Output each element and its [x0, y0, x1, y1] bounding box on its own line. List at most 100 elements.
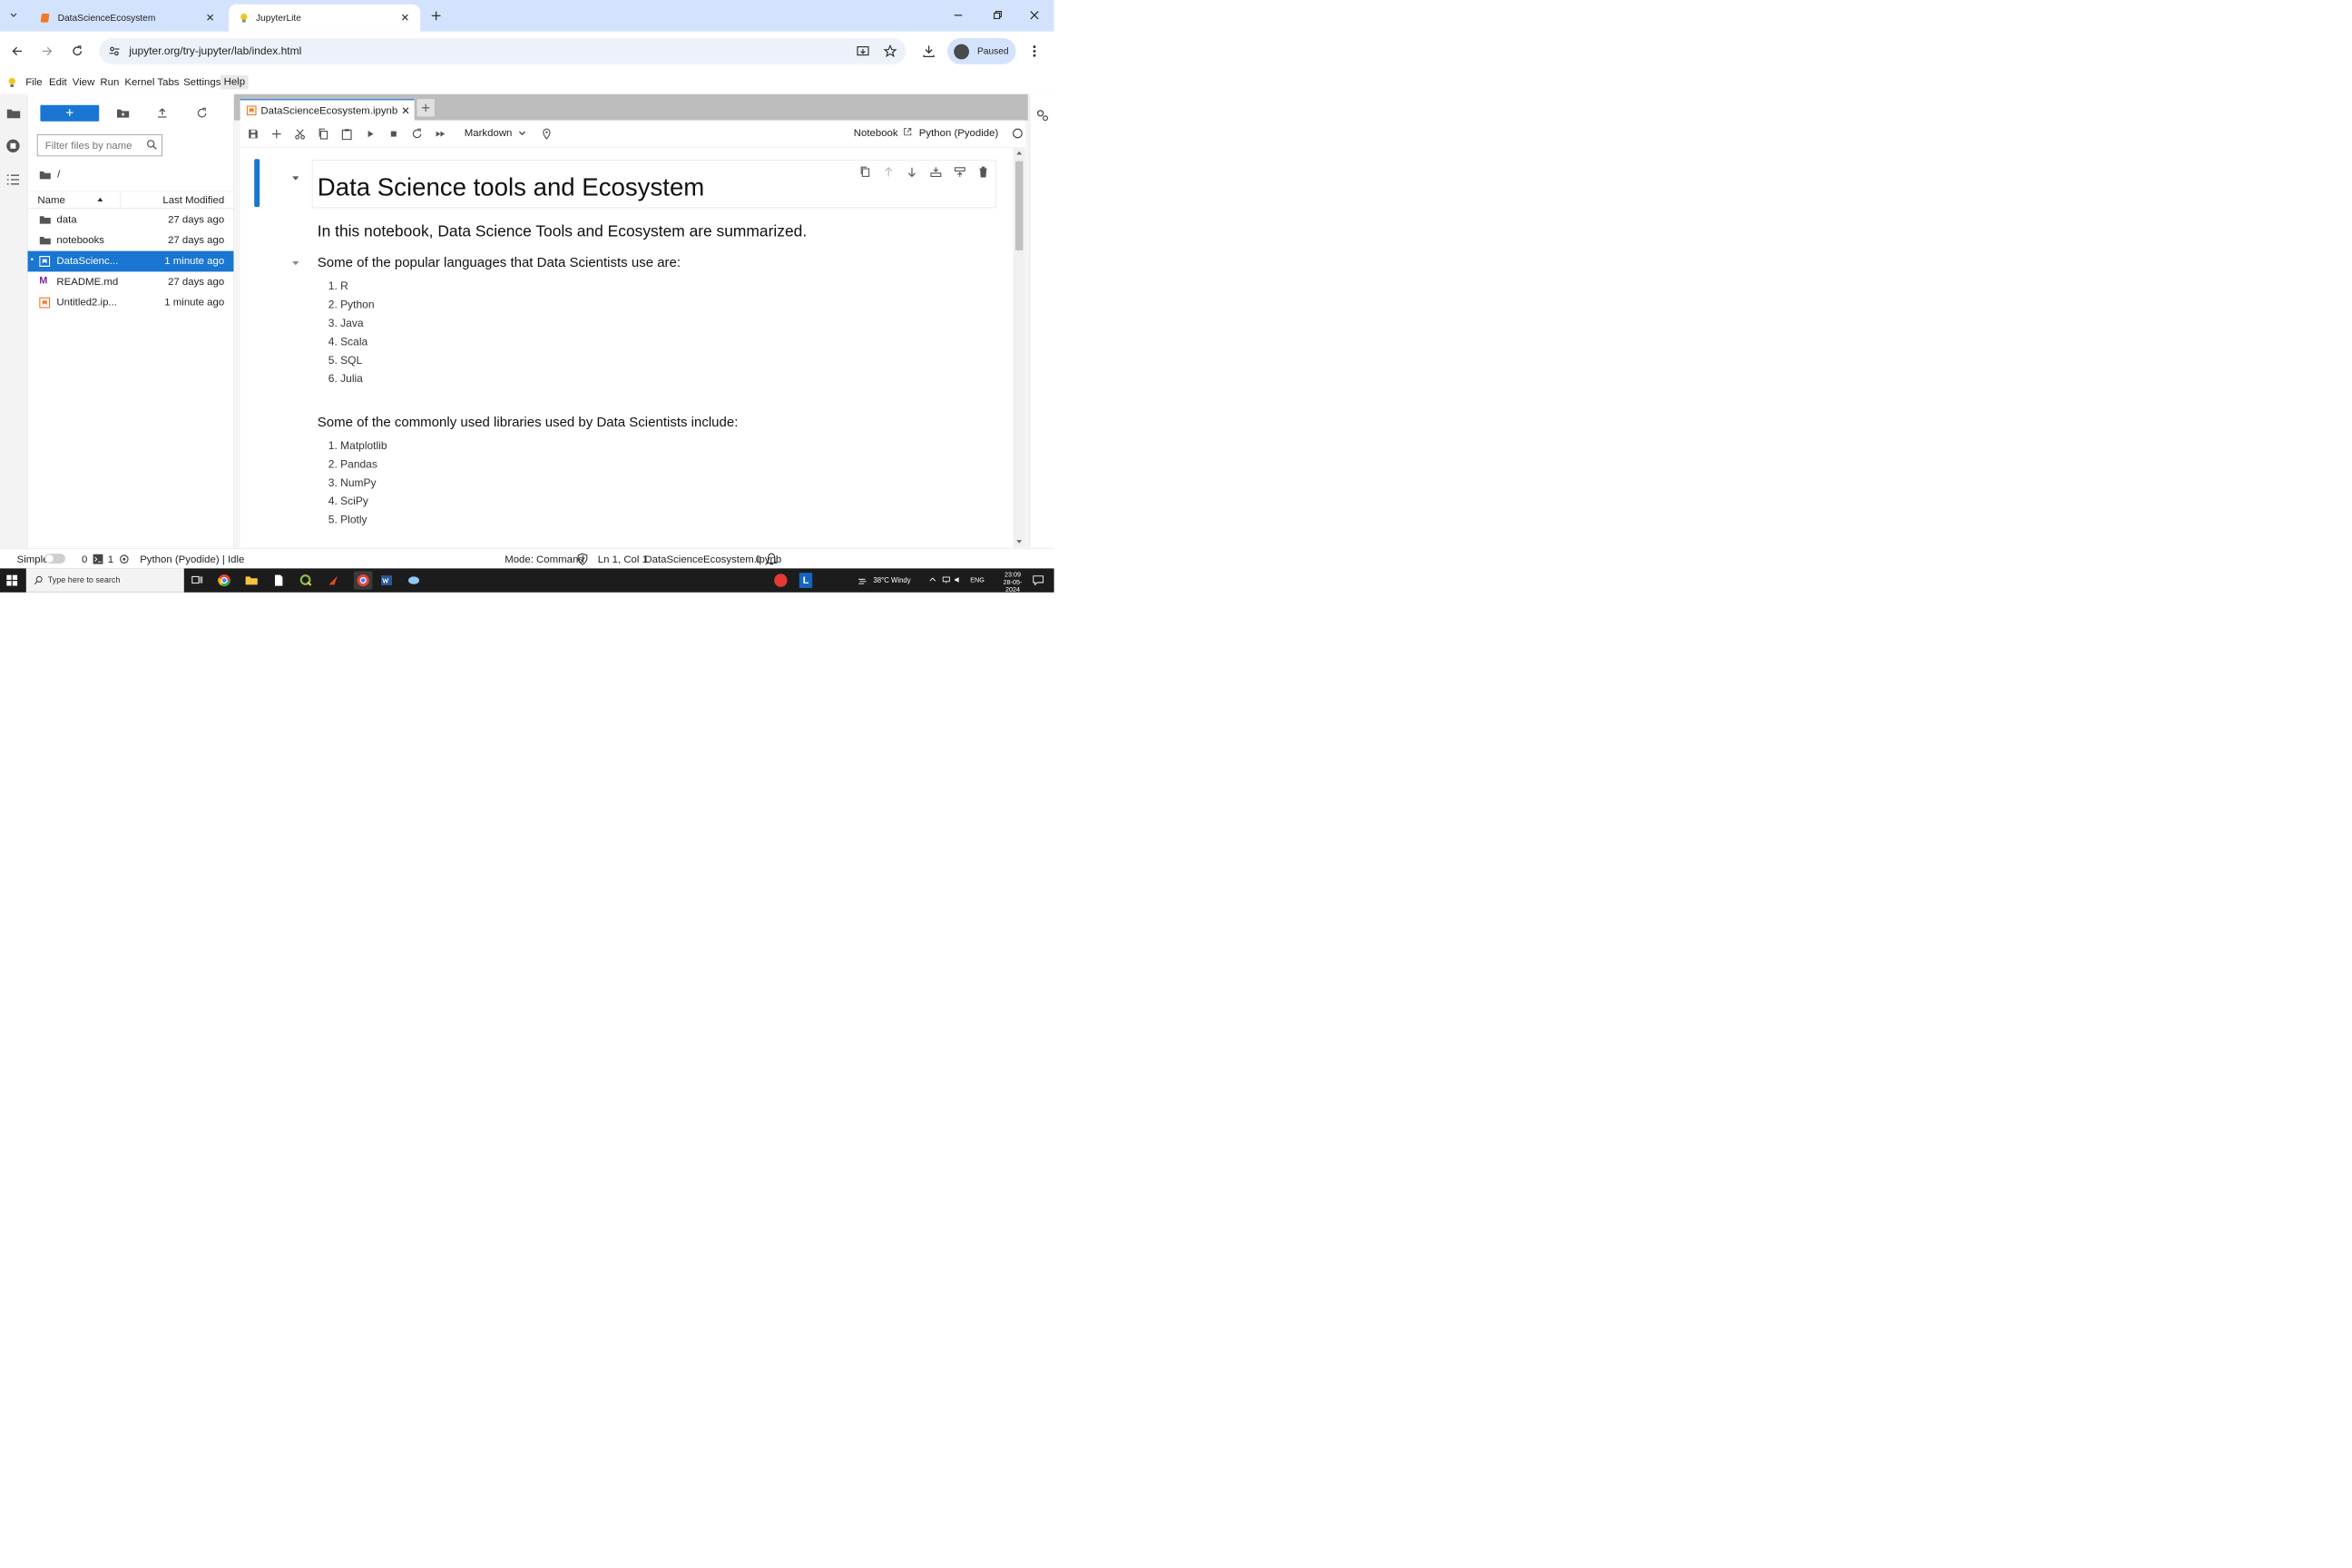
restore-icon[interactable]	[990, 7, 1005, 23]
site-settings-icon[interactable]	[108, 44, 121, 57]
taskbar-search-box[interactable]: Type here to search	[25, 568, 184, 593]
filter-files-input[interactable]	[44, 139, 150, 152]
minimize-icon[interactable]	[951, 7, 966, 23]
new-launcher-button[interactable]: +	[40, 105, 100, 122]
run-icon[interactable]	[364, 128, 376, 140]
trusted-shield-icon[interactable]	[577, 553, 588, 565]
menu-edit[interactable]: Edit	[49, 77, 67, 89]
property-inspector-gears-icon[interactable]	[1035, 108, 1050, 122]
address-bar[interactable]: jupyter.org/try-jupyter/lab/index.html	[99, 38, 906, 64]
bookmark-star-icon[interactable]	[883, 44, 897, 59]
file-explorer-icon[interactable]	[245, 573, 258, 586]
taskbar-clock[interactable]: 23:09 28-05-2024	[996, 571, 1029, 593]
paste-icon[interactable]	[341, 128, 353, 141]
cell-type-dropdown[interactable]: Markdown	[465, 127, 526, 139]
duplicate-cell-icon[interactable]	[859, 166, 870, 178]
simple-mode-toggle[interactable]	[44, 554, 65, 564]
file-row-untitled2[interactable]: Untitled2.ip... 1 minute ago	[28, 292, 234, 313]
kernels-count[interactable]: 1	[108, 554, 113, 565]
move-down-icon[interactable]	[906, 166, 917, 178]
tab-search-chevron-icon[interactable]	[6, 7, 21, 22]
file-row-data[interactable]: data 27 days ago	[28, 210, 234, 230]
app-icon[interactable]	[407, 573, 420, 586]
scroll-up-icon[interactable]	[1016, 151, 1023, 156]
table-of-contents-icon[interactable]	[6, 173, 20, 185]
copy-icon[interactable]	[318, 128, 329, 140]
kernel-settings-icon[interactable]	[119, 554, 130, 564]
file-row-readme[interactable]: M README.md 27 days ago	[28, 271, 234, 292]
active-cell-indicator[interactable]	[254, 159, 260, 208]
close-icon[interactable]	[205, 12, 216, 23]
upload-icon[interactable]	[156, 107, 168, 119]
folder-icon[interactable]	[39, 170, 51, 180]
move-up-icon[interactable]	[883, 166, 894, 178]
close-icon[interactable]	[401, 106, 410, 115]
terminals-count[interactable]: 0	[82, 554, 87, 565]
new-tab-icon[interactable]	[429, 9, 444, 24]
task-view-icon[interactable]	[191, 573, 203, 586]
scroll-thumb[interactable]	[1015, 161, 1024, 250]
file-row-notebooks[interactable]: notebooks 27 days ago	[28, 230, 234, 251]
browser-tab-jupyterlite[interactable]: JupyterLite	[229, 4, 421, 32]
url-text[interactable]: jupyter.org/try-jupyter/lab/index.html	[129, 45, 301, 58]
notepad-icon[interactable]	[272, 573, 285, 586]
chrome-icon[interactable]	[218, 573, 230, 587]
open-in-notebook-link[interactable]: Notebook	[854, 127, 912, 139]
kernel-status[interactable]: Python (Pyodide) | Idle	[140, 554, 244, 565]
running-kernels-icon[interactable]	[6, 139, 21, 153]
restart-icon[interactable]	[411, 128, 423, 140]
folder-icon[interactable]	[6, 107, 21, 119]
delete-cell-icon[interactable]	[978, 166, 989, 178]
profile-button[interactable]: Paused	[947, 38, 1016, 64]
refresh-icon[interactable]	[196, 107, 208, 119]
breadcrumb-path[interactable]: /	[57, 169, 60, 181]
new-tab-plus-icon[interactable]	[416, 99, 435, 117]
collapse-caret-icon[interactable]	[291, 260, 300, 267]
more-menu-icon[interactable]	[1029, 44, 1040, 59]
file-row-datascienceecosystem[interactable]: • DataScienc... 1 minute ago	[27, 250, 234, 272]
add-cell-icon[interactable]	[270, 128, 282, 140]
notebook-tab[interactable]: DataScienceEcosystem.ipynb	[240, 99, 415, 122]
bell-icon[interactable]	[765, 553, 778, 565]
antivirus-tray-icon[interactable]	[773, 573, 789, 588]
app-icon[interactable]	[327, 573, 339, 586]
qgis-icon[interactable]	[299, 573, 312, 586]
forward-arrow-icon[interactable]	[39, 44, 54, 59]
chrome-active-icon[interactable]	[354, 571, 373, 590]
install-app-icon[interactable]	[856, 44, 870, 59]
cut-icon[interactable]	[294, 128, 306, 140]
stop-icon[interactable]	[387, 128, 399, 140]
notification-count[interactable]: 0	[756, 554, 761, 565]
kernel-name[interactable]: Python (Pyodide)	[919, 127, 998, 139]
close-window-icon[interactable]	[1027, 7, 1043, 23]
browser-tab-datascienceecosystem[interactable]: DataScienceEcosystem	[31, 5, 226, 32]
app-l-tray-icon[interactable]: L	[799, 573, 813, 588]
menu-tabs[interactable]: Tabs	[157, 77, 179, 89]
input-language[interactable]: ENG	[970, 576, 985, 583]
insert-above-icon[interactable]	[954, 166, 965, 178]
debugger-pin-icon[interactable]	[541, 128, 553, 140]
volume-icon[interactable]	[954, 575, 963, 584]
scroll-down-icon[interactable]	[1016, 539, 1023, 544]
word-icon[interactable]	[380, 573, 393, 586]
insert-below-icon[interactable]	[930, 166, 942, 178]
close-icon[interactable]	[399, 12, 410, 23]
menu-kernel[interactable]: Kernel	[124, 77, 154, 89]
save-icon[interactable]	[247, 128, 259, 140]
column-header-name[interactable]: Name	[37, 194, 64, 206]
terminal-icon[interactable]	[93, 554, 103, 564]
menu-help[interactable]: Help	[220, 74, 249, 90]
menu-file[interactable]: File	[25, 77, 42, 89]
reload-icon[interactable]	[70, 44, 85, 59]
cursor-position[interactable]: Ln 1, Col 1	[598, 554, 648, 565]
downloads-icon[interactable]	[921, 44, 936, 59]
network-icon[interactable]	[942, 575, 951, 584]
chevron-up-icon[interactable]	[928, 575, 937, 584]
weather-text[interactable]: 38°C Windy	[873, 576, 910, 584]
back-arrow-icon[interactable]	[10, 44, 25, 59]
column-header-last-modified[interactable]: Last Modified	[162, 194, 224, 206]
new-folder-icon[interactable]	[116, 107, 130, 119]
fast-forward-icon[interactable]	[435, 128, 446, 140]
scrollbar[interactable]	[1013, 148, 1025, 548]
collapse-caret-icon[interactable]	[291, 175, 300, 181]
